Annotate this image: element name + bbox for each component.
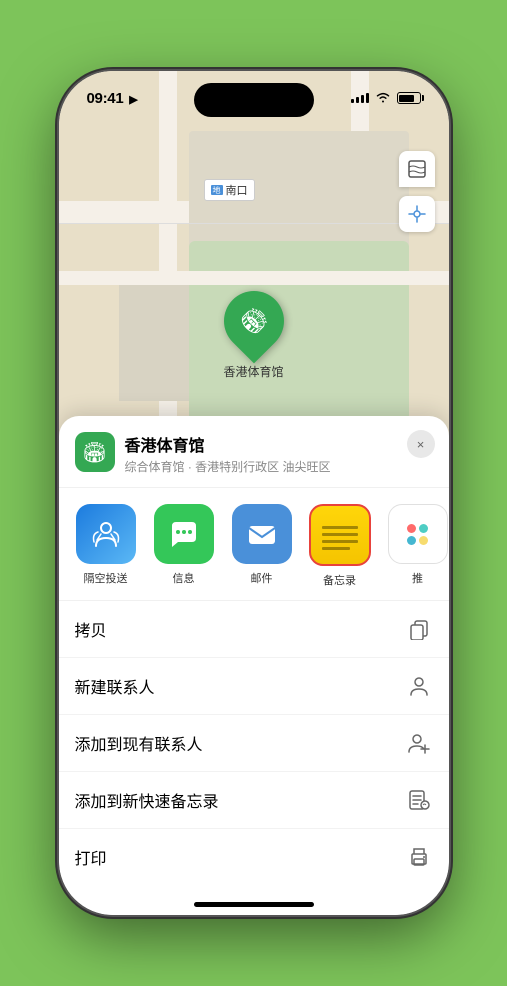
phone-frame: 09:41 ▶: [59, 71, 449, 915]
more-icon-wrap: [388, 504, 448, 564]
action-list: 拷贝 新建联系人: [59, 601, 449, 885]
status-icons: [351, 90, 421, 106]
print-label: 打印: [75, 845, 107, 869]
stadium-icon: 🏟: [234, 302, 272, 340]
more-label: 推: [412, 570, 423, 586]
copy-icon: [405, 615, 433, 643]
location-header: 🏟 香港体育馆 综合体育馆 · 香港特别行政区 油尖旺区 ×: [59, 416, 449, 488]
action-new-contact[interactable]: 新建联系人: [59, 658, 449, 715]
action-quick-note[interactable]: 添加到新快速备忘录: [59, 772, 449, 829]
pin-circle: 🏟: [211, 279, 296, 364]
person-icon: [405, 672, 433, 700]
messages-label: 信息: [173, 570, 195, 586]
mail-label: 邮件: [251, 570, 273, 586]
note-icon: [405, 786, 433, 814]
map-label: 地 南口: [204, 179, 255, 201]
home-indicator: [194, 902, 314, 907]
messages-icon-wrap: [154, 504, 214, 564]
signal-bars: [351, 93, 369, 103]
dynamic-island: [194, 83, 314, 117]
map-controls[interactable]: [399, 151, 435, 232]
share-row: 隔空投送 信息: [59, 488, 449, 601]
quick-note-label: 添加到新快速备忘录: [75, 788, 219, 812]
airdrop-icon-wrap: [76, 504, 136, 564]
pin-label: 香港体育馆: [224, 363, 284, 380]
notes-icon-wrap: [309, 504, 371, 566]
venue-subtitle: 综合体育馆 · 香港特别行政区 油尖旺区: [125, 458, 433, 475]
phone-screen: 09:41 ▶: [59, 71, 449, 915]
airdrop-label: 隔空投送: [84, 570, 128, 586]
share-item-mail[interactable]: 邮件: [227, 504, 297, 588]
action-add-contact[interactable]: 添加到现有联系人: [59, 715, 449, 772]
pin-inner: 🏟: [232, 299, 276, 343]
print-icon: [405, 843, 433, 871]
share-item-notes[interactable]: 备忘录: [305, 504, 375, 588]
venue-name: 香港体育馆: [125, 432, 433, 456]
share-item-messages[interactable]: 信息: [149, 504, 219, 588]
person-add-icon: [405, 729, 433, 757]
add-contact-label: 添加到现有联系人: [75, 731, 203, 755]
mail-icon-wrap: [232, 504, 292, 564]
close-button[interactable]: ×: [407, 430, 435, 458]
action-copy[interactable]: 拷贝: [59, 601, 449, 658]
wifi-icon: [375, 90, 391, 106]
map-view-button[interactable]: [399, 151, 435, 187]
action-print[interactable]: 打印: [59, 829, 449, 885]
share-item-airdrop[interactable]: 隔空投送: [71, 504, 141, 588]
new-contact-label: 新建联系人: [75, 674, 155, 698]
copy-label: 拷贝: [75, 617, 107, 641]
location-pin: 🏟 香港体育馆: [224, 291, 284, 380]
battery-icon: [397, 92, 421, 104]
location-button[interactable]: [399, 196, 435, 232]
map-label-icon: 地: [211, 185, 223, 195]
bottom-sheet: 🏟 香港体育馆 综合体育馆 · 香港特别行政区 油尖旺区 ×: [59, 416, 449, 915]
venue-thumbnail: 🏟: [75, 432, 115, 472]
notes-label: 备忘录: [323, 572, 356, 588]
status-time: 09:41 ▶: [87, 90, 138, 107]
share-item-more[interactable]: 推: [383, 504, 449, 588]
location-info: 香港体育馆 综合体育馆 · 香港特别行政区 油尖旺区: [125, 432, 433, 475]
